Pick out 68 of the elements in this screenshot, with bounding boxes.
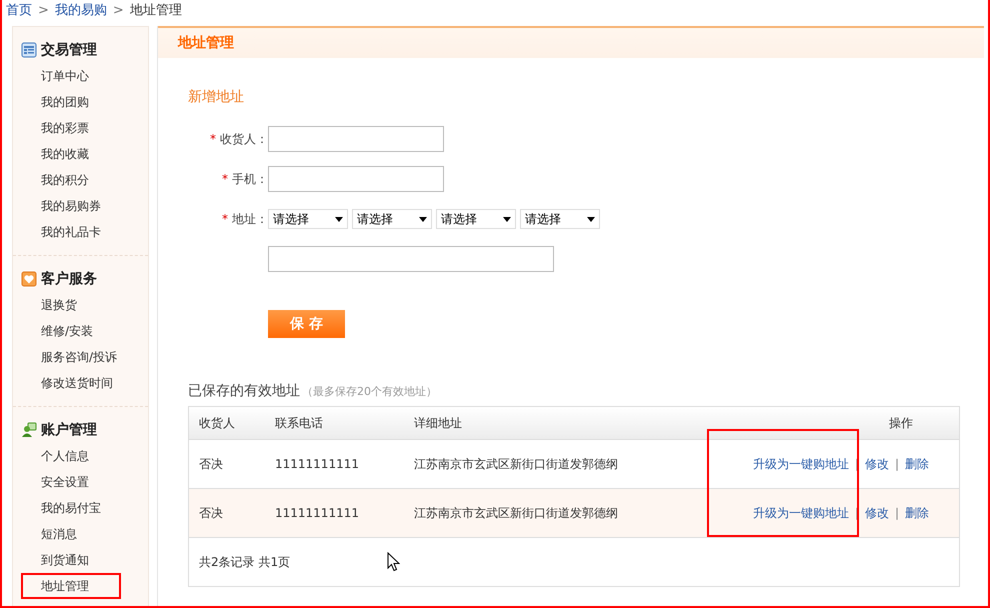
sidebar-item[interactable]: 我的易购券 [21, 193, 121, 219]
field-label: 地址： [232, 210, 268, 228]
required-mark: * [210, 132, 216, 146]
column-header: 联系电话 [275, 414, 324, 432]
required-mark: * [222, 212, 228, 226]
breadcrumb-separator: > [38, 2, 49, 18]
sidebar-item[interactable]: 我的彩票 [21, 115, 121, 141]
panel-title: 地址管理 [158, 26, 984, 58]
sidebar-heading: 交易管理 [41, 41, 97, 59]
section-title: 已保存的有效地址 [188, 382, 300, 400]
link-separator: | [894, 506, 899, 520]
sidebar-item[interactable]: 我的积分 [21, 167, 121, 193]
record-count: 共2条记录 共1页 [199, 555, 290, 569]
sidebar-heading: 账户管理 [41, 421, 97, 439]
sidebar-item[interactable]: 我的礼品卡 [21, 219, 121, 245]
sidebar-item[interactable]: 短消息 [21, 521, 121, 547]
section-note: （最多保存20个有效地址） [302, 384, 437, 399]
sidebar-item[interactable]: 退换货 [21, 292, 121, 318]
sidebar-item[interactable]: 我的易付宝 [21, 495, 121, 521]
caret-icon [503, 216, 511, 222]
table-cell-text: 否决 [199, 456, 224, 472]
action-link[interactable]: 删除 [905, 456, 929, 472]
dropdown[interactable]: 请选择 [268, 209, 348, 229]
cursor-icon [387, 552, 400, 572]
form-title: 新增地址 [188, 88, 245, 106]
sidebar-item[interactable]: 维修/安装 [21, 318, 121, 344]
sidebar-heading: 客户服务 [41, 270, 97, 288]
column-header: 收货人 [199, 414, 236, 432]
caret-icon [335, 216, 343, 222]
sidebar-item[interactable]: 我的团购 [21, 89, 121, 115]
action-link[interactable]: 升级为一键购地址 [752, 456, 849, 472]
table-cell-text: 11111111111 [275, 506, 360, 520]
breadcrumb-separator: > [112, 2, 124, 18]
field-label: 收货人： [220, 130, 268, 148]
user-card-icon [21, 422, 37, 438]
input-field[interactable] [268, 166, 444, 192]
sidebar-item[interactable]: 地址管理 [21, 573, 121, 599]
breadcrumb-link[interactable]: 我的易购 [54, 1, 107, 19]
table-cell-text: 江苏南京市玄武区新街口街道发郭德纲 [414, 504, 619, 522]
action-link[interactable]: 升级为一键购地址 [752, 504, 849, 522]
dropdown[interactable]: 请选择 [520, 209, 600, 229]
list-icon [21, 42, 37, 58]
sidebar-item[interactable]: 修改送货时间 [21, 370, 121, 396]
dropdown[interactable]: 请选择 [352, 209, 432, 229]
link-separator: | [894, 457, 899, 471]
sidebar-item[interactable]: 订单中心 [21, 63, 121, 89]
dropdown[interactable]: 请选择 [436, 209, 516, 229]
sidebar-item[interactable]: 到货通知 [21, 547, 121, 573]
breadcrumb-current: 地址管理 [130, 2, 182, 19]
table-cell-text: 11111111111 [275, 457, 360, 471]
sidebar-item[interactable]: 我的收藏 [21, 141, 121, 167]
field-label: 手机： [232, 170, 268, 188]
input-field[interactable] [268, 126, 444, 152]
sidebar-item[interactable]: 服务咨询/投诉 [21, 344, 121, 370]
input-field[interactable] [268, 246, 554, 272]
table-cell-text: 否决 [199, 504, 224, 522]
caret-icon [587, 216, 595, 222]
sidebar-item[interactable]: 安全设置 [21, 469, 121, 495]
column-header: 详细地址 [414, 414, 463, 432]
caret-icon [419, 216, 427, 222]
table-cell-text: 江苏南京市玄武区新街口街道发郭德纲 [414, 456, 619, 472]
breadcrumb-link[interactable]: 首页 [6, 1, 32, 19]
sidebar-item[interactable]: 个人信息 [21, 443, 121, 469]
column-header: 操作 [889, 414, 914, 432]
required-mark: * [222, 172, 228, 186]
action-link[interactable]: 删除 [905, 504, 929, 522]
action-link[interactable]: 修改 [864, 456, 889, 472]
action-link[interactable]: 修改 [864, 504, 889, 522]
